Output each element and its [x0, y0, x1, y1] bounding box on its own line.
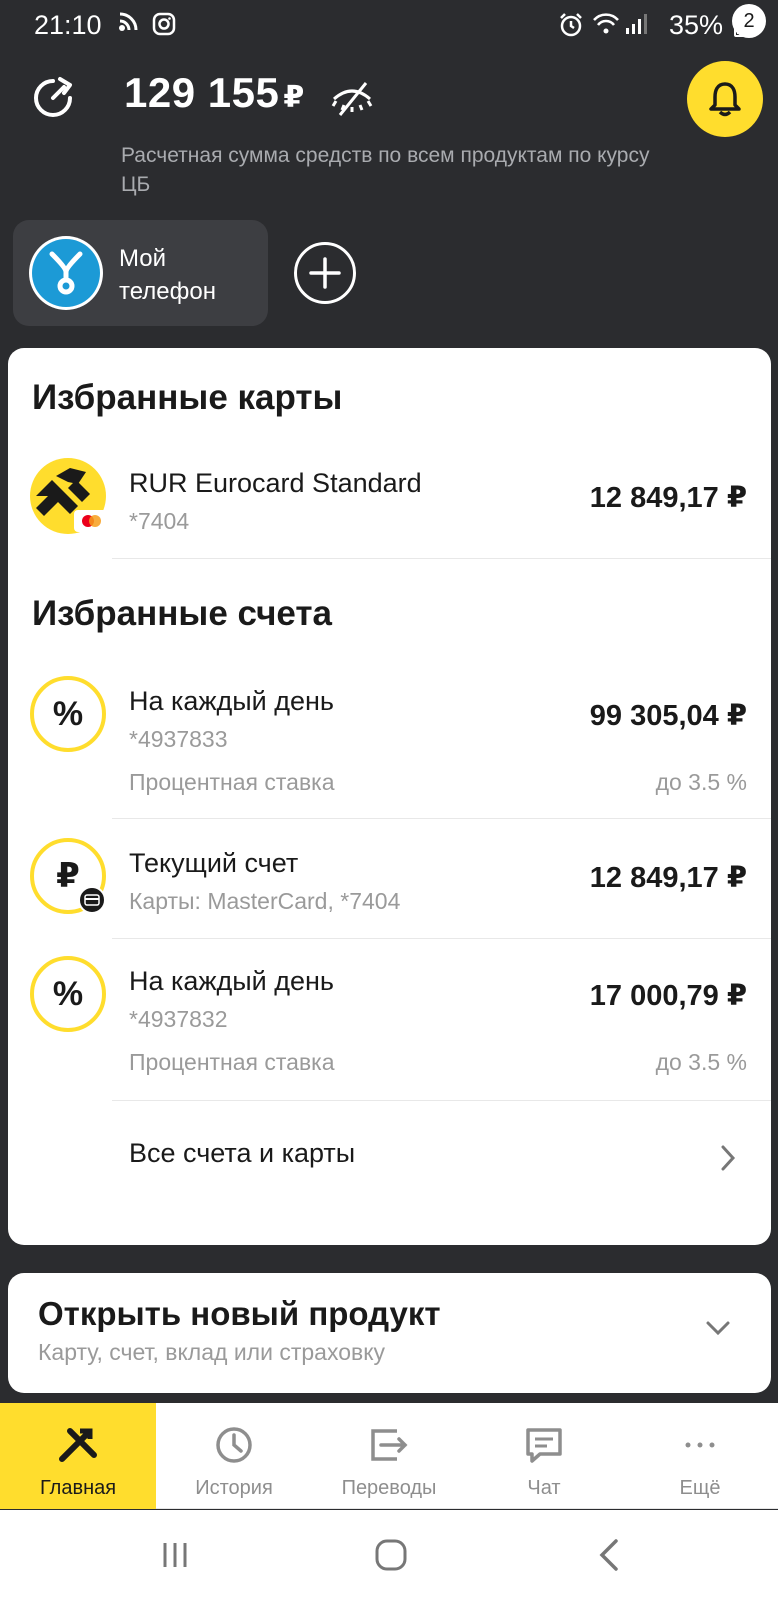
more-icon: [685, 1442, 715, 1448]
notifications-button[interactable]: [687, 61, 763, 137]
shortcut-label: Мой телефон: [119, 242, 216, 308]
battery-level: 35%: [668, 10, 723, 40]
rate-label: Процентная ставка: [129, 769, 335, 795]
chat-icon: [526, 1428, 562, 1463]
open-product-panel[interactable]: Открыть новый продукт Карту, счет, вклад…: [8, 1273, 771, 1393]
home-icon: [59, 1428, 97, 1462]
rate-label: Процентная ставка: [129, 1049, 335, 1075]
card-row[interactable]: RUR Eurocard Standard *7404 12 849,17 ₽: [8, 458, 771, 558]
mastercard-icon: [82, 515, 101, 527]
signal-icon: [626, 14, 647, 34]
account-name: Текущий счет: [129, 848, 299, 878]
divider: [112, 818, 771, 819]
bell-icon: [709, 82, 741, 117]
nav-label: История: [195, 1477, 273, 1499]
card-icon: [84, 894, 100, 906]
favorites-panel: Избранные карты RUR Eurocard Standard *7…: [8, 348, 771, 1245]
card-badge: [78, 886, 106, 914]
chevron-down-icon[interactable]: [705, 1319, 731, 1337]
account-amount: 17 000,79 ₽: [589, 980, 747, 1012]
notifications-badge: 2: [732, 4, 766, 38]
account-row[interactable]: % На каждый день *4937833 99 305,04 ₽ Пр…: [8, 676, 771, 816]
balance-value: 129 155: [124, 69, 280, 116]
instagram-icon: [152, 12, 176, 36]
divider: [112, 938, 771, 939]
account-name: На каждый день: [129, 966, 334, 996]
nav-more[interactable]: Ещё: [622, 1403, 778, 1509]
card-logo: [30, 458, 108, 534]
balance-subtitle: Расчетная сумма средств по всем продукта…: [121, 144, 650, 196]
card-amount: 12 849,17 ₽: [589, 482, 747, 514]
status-time: 21:10: [34, 10, 102, 40]
shortcut-label-line2: телефон: [119, 278, 216, 305]
favorite-accounts-title: Избранные счета: [32, 594, 332, 633]
card-name: RUR Eurocard Standard: [129, 468, 422, 498]
favorite-cards-title: Избранные карты: [32, 378, 343, 417]
nav-label: Ещё: [679, 1477, 721, 1499]
nav-home[interactable]: Главная: [0, 1403, 156, 1509]
account-number: Карты: MasterCard, *7404: [129, 888, 401, 914]
clock-icon: [216, 1427, 252, 1463]
transfer-icon: [371, 1429, 408, 1461]
divider: [112, 1100, 771, 1101]
percent-icon: %: [30, 956, 106, 1032]
account-icon: %: [30, 676, 106, 752]
account-icon: ₽: [30, 838, 106, 914]
nav-label: Переводы: [341, 1477, 437, 1499]
account-icon: %: [30, 956, 106, 1032]
refresh-icon[interactable]: [30, 75, 76, 121]
add-shortcut-button[interactable]: [294, 242, 356, 304]
recent-apps-icon[interactable]: [155, 1535, 195, 1575]
percent-icon: %: [30, 676, 106, 752]
shortcut-label-line1: Мой: [119, 245, 167, 272]
operator-icon: [49, 251, 83, 295]
back-icon[interactable]: [590, 1535, 630, 1575]
nav-transfers[interactable]: Переводы: [311, 1403, 467, 1509]
status-bar: 21:10 35%: [0, 0, 778, 50]
nav-label: Главная: [39, 1477, 117, 1499]
open-product-subtitle: Карту, счет, вклад или страховку: [38, 1339, 386, 1365]
account-number: *4937832: [129, 1006, 228, 1032]
account-number: *4937833: [129, 726, 228, 752]
shortcut-my-phone[interactable]: Мой телефон: [13, 220, 268, 326]
account-amount: 12 849,17 ₽: [589, 862, 747, 894]
account-amount: 99 305,04 ₽: [589, 700, 747, 732]
nav-chat[interactable]: Чат: [466, 1403, 622, 1509]
card-number: *7404: [129, 508, 190, 534]
all-accounts-link[interactable]: Все счета и карты: [129, 1138, 355, 1169]
account-name: На каждый день: [129, 686, 334, 716]
rss-icon: [119, 12, 138, 31]
header: 129 155 ₽ Расчетная сумма средств по всем…: [0, 55, 778, 205]
mastercard-badge: [74, 510, 108, 532]
eye-hidden-icon[interactable]: [330, 77, 374, 121]
account-row[interactable]: ₽ Текущий счет Карты: MasterCard, *7404 …: [8, 838, 771, 938]
account-row[interactable]: % На каждый день *4937832 17 000,79 ₽ Пр…: [8, 956, 771, 1096]
chevron-right-icon[interactable]: [719, 1144, 737, 1172]
bottom-nav: Главная История Переводы Чат Ещё: [0, 1403, 778, 1509]
divider: [112, 558, 771, 559]
operator-logo: [29, 236, 103, 310]
home-system-icon[interactable]: [371, 1535, 411, 1575]
nav-label: Чат: [527, 1477, 561, 1499]
rate-value: до 3.5 %: [655, 769, 747, 795]
total-balance: 129 155 ₽: [124, 69, 305, 117]
nav-history[interactable]: История: [156, 1403, 312, 1509]
alarm-icon: [560, 13, 582, 37]
system-nav: [0, 1510, 778, 1600]
wifi-icon: [593, 13, 619, 34]
balance-currency: ₽: [283, 81, 305, 114]
open-product-title: Открыть новый продукт: [38, 1295, 441, 1332]
rate-value: до 3.5 %: [655, 1049, 747, 1075]
plus-icon: [309, 257, 341, 289]
